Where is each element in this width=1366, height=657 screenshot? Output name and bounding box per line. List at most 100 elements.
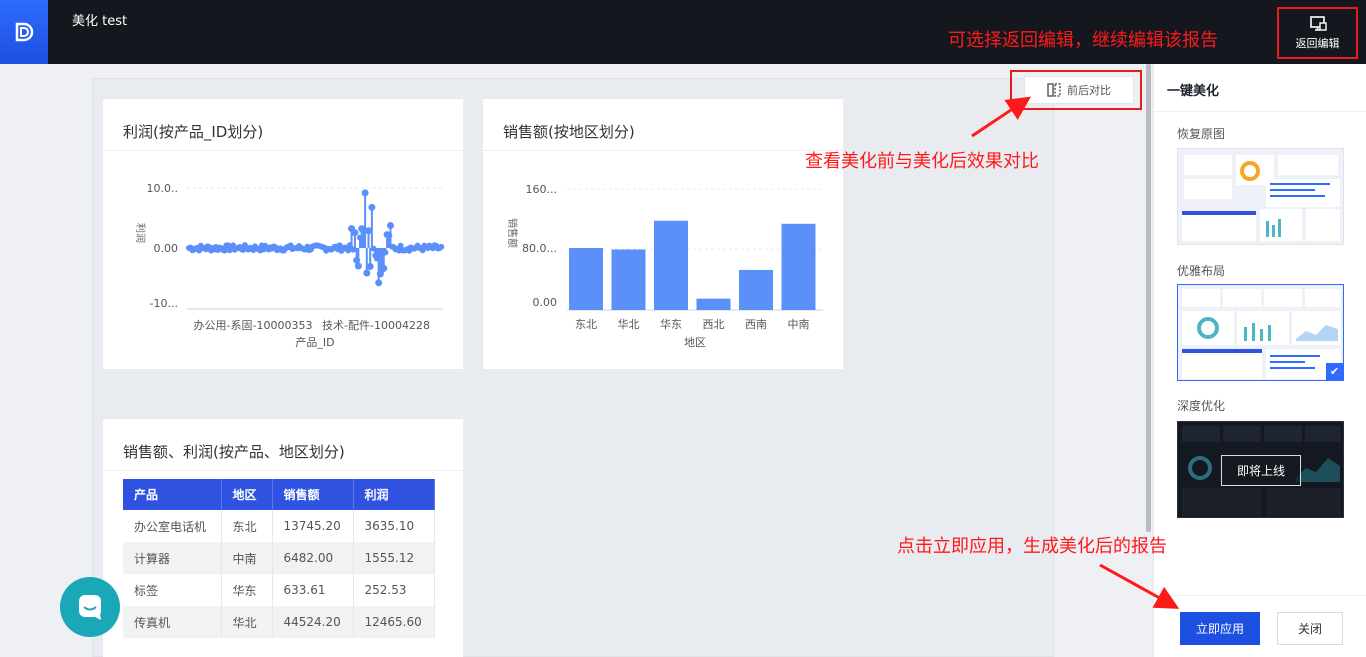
sales-chart-card[interactable]: 销售额(按地区划分) 销售额 160... 80.0... 0.00 地区 东北… — [483, 99, 843, 369]
y-tick-label: 160... — [526, 183, 558, 196]
logo-icon — [15, 22, 34, 42]
bar[interactable] — [781, 223, 816, 310]
close-button[interactable]: 关闭 — [1277, 612, 1343, 645]
sales-series — [569, 220, 816, 311]
data-point[interactable] — [363, 269, 371, 277]
x-tick-label: 技术-配件-10004228 — [322, 319, 430, 332]
y-tick-label: -10... — [150, 297, 178, 310]
profit-chart: 利润 10.0.. 0.00 -10... 办公用-系固-10000353 技术… — [134, 182, 445, 349]
card-title: 销售额、利润(按产品、地区划分) — [123, 443, 345, 461]
back-edit-annotation: 可选择返回编辑，继续编辑该报告 — [948, 30, 1218, 51]
table-row: 办公室电话机 东北 13745.20 3635.10 — [123, 510, 435, 542]
thumbnail-preview — [1182, 155, 1340, 241]
thumbnail-elegant-layout[interactable]: ✔ — [1177, 284, 1344, 381]
x-tick-label: 西北 — [703, 318, 725, 331]
divider — [1154, 111, 1366, 112]
column-header[interactable]: 产品 — [123, 479, 222, 510]
profit-series — [186, 189, 445, 287]
y-tick-label: 10.0.. — [147, 182, 179, 195]
data-table: 产品 地区 销售额 利润 办公室电话机 东北 13745.20 3635.10 … — [123, 479, 435, 638]
bar[interactable] — [569, 247, 603, 310]
table-cell: 13745.20 — [272, 510, 354, 542]
bar[interactable] — [739, 269, 773, 310]
x-axis-label: 地区 — [684, 336, 706, 349]
table-cell: 6482.00 — [272, 542, 354, 574]
chat-icon — [79, 595, 101, 620]
thumbnail-deep-optimize[interactable]: 即将上线 — [1177, 421, 1344, 518]
canvas-scrollbar[interactable] — [1146, 64, 1151, 532]
data-point[interactable] — [221, 247, 228, 254]
beautify-panel: 一键美化 恢复原图 优雅布局 ✔ 深度优化 即将上线 立即应用 关闭 — [1153, 64, 1366, 657]
data-point[interactable] — [361, 189, 369, 197]
table-cell: 标签 — [123, 574, 222, 606]
table-header-row: 产品 地区 销售额 利润 — [123, 479, 435, 510]
x-tick-label: 东北 — [575, 318, 597, 331]
x-tick-label: 华北 — [618, 317, 640, 331]
data-point[interactable] — [380, 264, 388, 272]
compare-annotation: 查看美化前与美化后效果对比 — [805, 151, 1039, 172]
thumbnail-restore[interactable] — [1177, 148, 1344, 245]
bar[interactable] — [611, 249, 646, 311]
data-point[interactable] — [375, 279, 383, 287]
check-icon: ✔ — [1326, 363, 1343, 380]
table-cell: 办公室电话机 — [123, 510, 222, 542]
apply-annotation: 点击立即应用，生成美化后的报告 — [897, 536, 1167, 557]
table-cell: 3635.10 — [353, 510, 435, 542]
data-point[interactable] — [345, 247, 352, 254]
monitor-edit-icon — [1309, 15, 1327, 31]
back-to-edit-label: 返回编辑 — [1295, 36, 1340, 50]
x-tick-label: 办公用-系固-10000353 — [194, 319, 313, 332]
table-cell: 44524.20 — [272, 606, 354, 638]
report-title: 美化 test — [72, 14, 128, 29]
bar[interactable] — [654, 220, 688, 310]
data-point[interactable] — [382, 249, 389, 256]
section-elegant-label: 优雅布局 — [1177, 264, 1226, 278]
table-row: 传真机 华北 44524.20 12465.60 — [123, 606, 435, 638]
table-cell: 633.61 — [272, 574, 354, 606]
profit-chart-card[interactable]: 利润(按产品_ID划分) 利润 10.0.. 0.00 -10... 办公用-系… — [103, 99, 463, 369]
table-cell: 1555.12 — [353, 542, 435, 574]
bar[interactable] — [696, 298, 731, 310]
y-tick-label: 0.00 — [533, 296, 558, 309]
x-tick-label: 中南 — [788, 318, 810, 331]
column-header[interactable]: 利润 — [353, 479, 435, 510]
data-point[interactable] — [387, 222, 395, 230]
logo[interactable] — [0, 0, 48, 64]
split-compare-icon — [1047, 83, 1061, 97]
apply-now-button[interactable]: 立即应用 — [1180, 612, 1260, 645]
divider — [103, 470, 463, 471]
x-tick-label: 华东 — [660, 317, 682, 331]
data-point[interactable] — [354, 262, 362, 270]
x-tick-label: 西南 — [745, 318, 767, 331]
column-header[interactable]: 销售额 — [272, 479, 354, 510]
table-cell: 东北 — [221, 510, 273, 542]
table-cell: 12465.60 — [353, 606, 435, 638]
chat-widget-button[interactable] — [60, 577, 120, 637]
y-tick-label: 0.00 — [154, 242, 179, 255]
coming-soon-badge: 即将上线 — [1221, 455, 1301, 486]
data-point[interactable] — [366, 262, 374, 270]
compare-label: 前后对比 — [1067, 84, 1111, 97]
column-header[interactable]: 地区 — [221, 479, 273, 510]
table-cell: 传真机 — [123, 606, 222, 638]
divider — [1154, 595, 1366, 596]
table-cell: 中南 — [221, 542, 273, 574]
compare-highlight: 前后对比 — [1010, 70, 1142, 110]
sales-bar-chart: 销售额 160... 80.0... 0.00 地区 东北 华北 华东 西北 西南 中南 — [506, 183, 823, 349]
y-tick-label: 80.0... — [522, 242, 557, 255]
back-to-edit-button[interactable]: 返回编辑 — [1277, 7, 1358, 59]
section-deep-label: 深度优化 — [1177, 399, 1226, 413]
top-bar: 美化 test 可选择返回编辑，继续编辑该报告 返回编辑 — [0, 0, 1366, 64]
data-point[interactable] — [351, 229, 359, 237]
table-cell: 华北 — [221, 606, 273, 638]
table-cell: 华东 — [221, 574, 273, 606]
data-point[interactable] — [438, 243, 445, 250]
section-restore-label: 恢复原图 — [1177, 127, 1226, 141]
sales-profit-table-card[interactable]: 销售额、利润(按产品、地区划分) 产品 地区 销售额 利润 办公室电话机 东北 … — [103, 419, 463, 657]
compare-button[interactable]: 前后对比 — [1024, 76, 1134, 104]
table-row: 计算器 中南 6482.00 1555.12 — [123, 542, 435, 574]
panel-title: 一键美化 — [1167, 84, 1220, 99]
data-point[interactable] — [368, 203, 376, 211]
table-cell: 计算器 — [123, 542, 222, 574]
table-cell: 252.53 — [353, 574, 435, 606]
